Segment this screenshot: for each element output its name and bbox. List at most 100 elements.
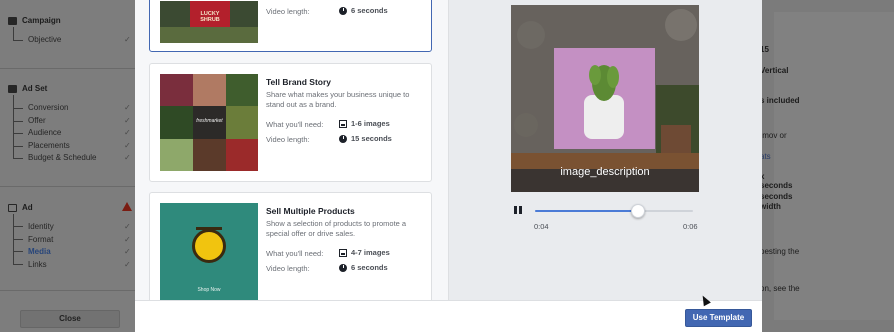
tree-branch	[13, 40, 23, 41]
produce-block	[226, 139, 258, 171]
needs-value: 1-6 images	[339, 119, 390, 128]
tree-branch	[13, 108, 23, 109]
template-card-brand-story[interactable]: freshmarket Tell Brand Story Share what …	[149, 63, 432, 182]
produce-block	[226, 106, 258, 139]
sidebar-section-label: Ad Set	[22, 84, 48, 93]
needs-text: 4-7 images	[351, 248, 390, 257]
template-modal: LUCKY SHRUB Video length: 6 seconds fres…	[135, 0, 762, 332]
clock-icon	[339, 134, 347, 143]
video-length-value: 15 seconds	[339, 134, 392, 143]
needs-label: What you'll need:	[266, 120, 324, 129]
video-progress-track[interactable]	[535, 210, 693, 212]
clock-icon	[339, 263, 347, 272]
video-caption: image_description	[560, 166, 650, 178]
sidebar-item-audience[interactable]: Audience	[28, 128, 61, 137]
pause-bar	[514, 206, 517, 214]
tree-branch	[13, 121, 23, 122]
clock-icon	[339, 6, 347, 15]
sidebar-item-offer[interactable]: Offer	[28, 116, 46, 125]
pause-bar	[519, 206, 522, 214]
template-card-selected[interactable]: LUCKY SHRUB Video length: 6 seconds	[149, 0, 432, 52]
video-length-label: Video length:	[266, 7, 310, 16]
tree-branch	[13, 158, 23, 159]
tree-branch	[13, 226, 23, 227]
sidebar-section-campaign[interactable]: Campaign	[8, 16, 61, 25]
thumbnail-brand-text: freshmarket	[196, 118, 223, 124]
video-length-text: 15 seconds	[351, 134, 392, 143]
time-total: 0:06	[683, 222, 698, 231]
sidebar-item-media[interactable]: Media	[28, 247, 51, 256]
logo-circle	[192, 229, 226, 263]
sidebar-section-ad[interactable]: Ad	[8, 203, 33, 212]
needs-label: What you'll need:	[266, 249, 324, 258]
video-preview-pane: image_description 0:04 0:06	[449, 0, 762, 300]
sidebar-item-identity[interactable]: Identity	[28, 222, 54, 231]
produce-block	[193, 74, 226, 106]
video-preview[interactable]: image_description	[511, 5, 699, 192]
needs-value: 4-7 images	[339, 248, 390, 257]
crown-shape	[196, 220, 222, 230]
tree-branch	[13, 264, 23, 265]
help-card	[774, 12, 894, 320]
sidebar-section-ad-set[interactable]: Ad Set	[8, 84, 47, 93]
warning-icon	[122, 202, 132, 211]
sidebar-item-format[interactable]: Format	[28, 235, 53, 244]
pause-icon[interactable]	[514, 206, 522, 215]
produce-block	[160, 139, 193, 171]
time-current: 0:04	[534, 222, 549, 231]
check-icon: ✓	[124, 247, 131, 256]
help-text: seconds	[760, 181, 793, 190]
sidebar-divider	[0, 186, 135, 187]
left-sidebar: Campaign Objective ✓ Ad Set Conversion O…	[0, 0, 135, 332]
template-description: Show a selection of products to promote …	[266, 219, 407, 238]
image-icon	[339, 248, 347, 257]
video-frame	[511, 5, 699, 192]
video-progress-knob[interactable]	[630, 204, 645, 218]
sidebar-item-conversion[interactable]: Conversion	[28, 103, 68, 112]
use-template-button[interactable]: Use Template	[685, 309, 752, 327]
folder-icon	[8, 16, 17, 25]
sidebar-item-objective[interactable]: Objective	[28, 35, 61, 44]
thumbnail-cta-text: Shop Now	[197, 287, 221, 293]
close-button[interactable]: Close	[20, 310, 120, 328]
video-length-value: 6 seconds	[339, 263, 388, 272]
template-thumbnail: Shop Now	[160, 203, 258, 300]
produce-block	[226, 74, 258, 106]
sidebar-divider	[0, 68, 135, 69]
check-icon: ✓	[124, 116, 131, 125]
tree-branch	[13, 146, 23, 147]
image-icon	[339, 119, 347, 128]
sidebar-item-budget-schedule[interactable]: Budget & Schedule	[28, 153, 97, 162]
template-card-multiple-products[interactable]: Shop Now Sell Multiple Products Show a s…	[149, 192, 432, 300]
sidebar-item-links[interactable]: Links	[28, 260, 47, 269]
help-text: Vertical	[760, 66, 789, 75]
video-length-label: Video length:	[266, 264, 310, 273]
video-length-text: 6 seconds	[351, 6, 388, 15]
tree-line	[13, 95, 14, 158]
check-icon: ✓	[124, 235, 131, 244]
plants-shape	[160, 27, 258, 43]
help-text: s included	[760, 96, 800, 105]
help-text: width	[760, 202, 781, 211]
sidebar-section-label: Campaign	[22, 16, 61, 25]
template-description: Share what makes your business unique to…	[266, 90, 410, 109]
produce-block	[160, 74, 193, 106]
grid-icon	[8, 84, 17, 93]
tree-branch	[13, 251, 23, 252]
template-thumbnail: freshmarket	[160, 74, 258, 171]
sign-line: SHRUB	[200, 17, 220, 23]
check-icon: ✓	[124, 222, 131, 231]
video-length-label: Video length:	[266, 135, 310, 144]
right-help-panel	[762, 0, 894, 332]
template-title: Sell Multiple Products	[266, 206, 355, 216]
help-text: .mov or	[760, 131, 787, 140]
sidebar-section-label: Ad	[22, 203, 33, 212]
video-length-value: 6 seconds	[339, 6, 388, 15]
needs-text: 1-6 images	[351, 119, 390, 128]
template-title: Tell Brand Story	[266, 77, 332, 87]
sidebar-divider	[0, 290, 135, 291]
check-icon: ✓	[124, 103, 131, 112]
template-thumbnail: LUCKY SHRUB	[160, 1, 258, 43]
sidebar-item-placements[interactable]: Placements	[28, 141, 70, 150]
check-icon: ✓	[124, 260, 131, 269]
